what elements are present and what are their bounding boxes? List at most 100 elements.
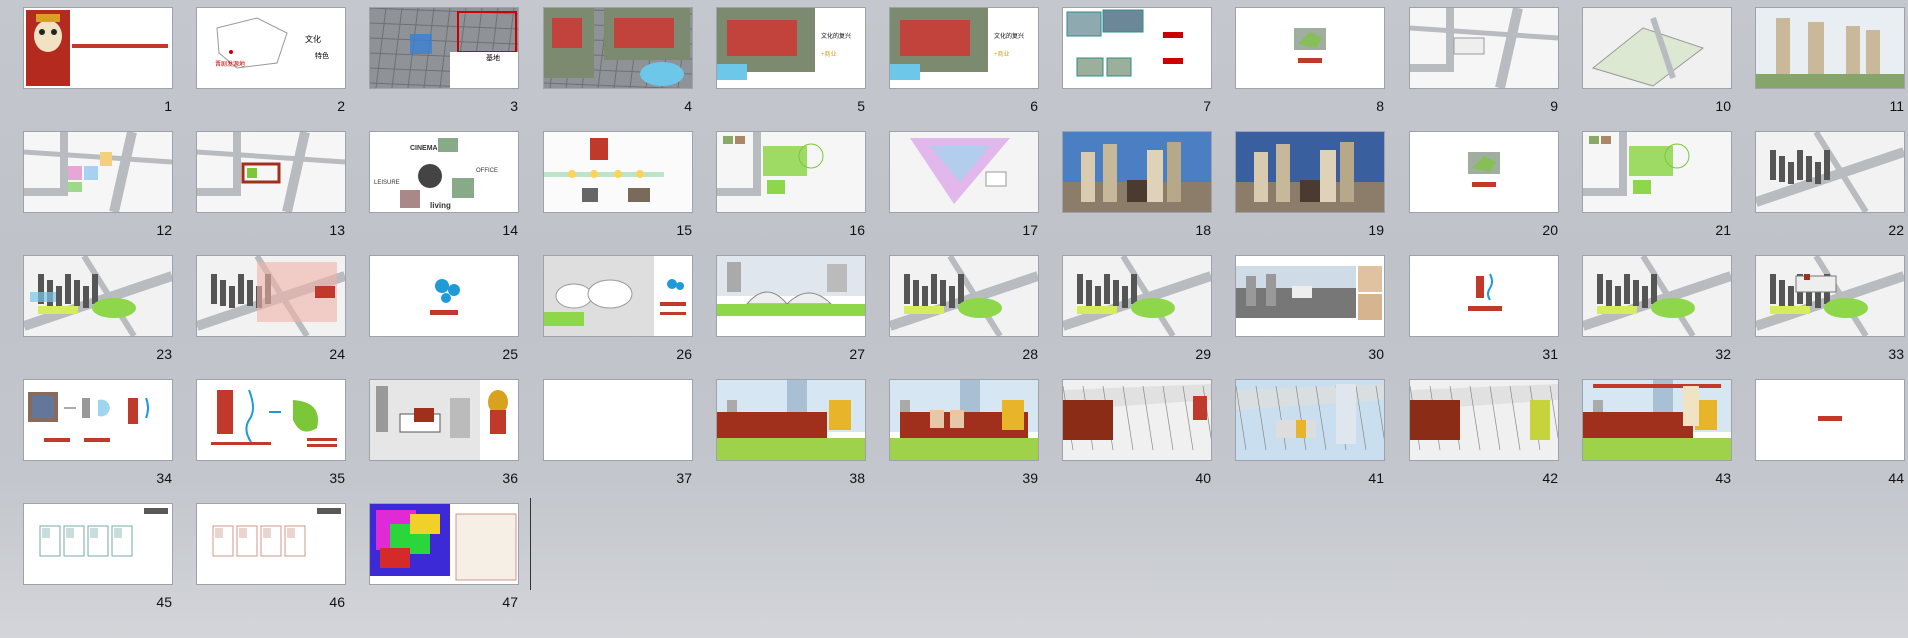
slide-number: 36 — [502, 470, 518, 486]
slide-thumbnail-image — [24, 132, 172, 212]
slide-number: 39 — [1022, 470, 1038, 486]
slide-thumbnail[interactable] — [1410, 380, 1558, 460]
svg-text:LEISURE: LEISURE — [374, 180, 400, 186]
slide-thumbnail[interactable] — [1063, 256, 1211, 336]
slide-thumbnail[interactable] — [197, 380, 345, 460]
slide-thumbnail-image — [717, 132, 865, 212]
slide-thumbnail-image — [197, 504, 345, 584]
slide-thumbnail[interactable] — [717, 380, 865, 460]
slide-thumbnail[interactable]: 基地 — [370, 8, 518, 88]
slide-thumbnail[interactable] — [370, 380, 518, 460]
svg-text:文化: 文化 — [305, 34, 321, 44]
slide-number: 3 — [510, 98, 518, 114]
slide-thumbnail-image — [890, 132, 1038, 212]
svg-text:文化的复兴: 文化的复兴 — [994, 32, 1024, 40]
slide-thumbnail-image — [717, 380, 865, 460]
slide-number: 46 — [329, 594, 345, 610]
slide-number: 34 — [156, 470, 172, 486]
slide-thumbnail[interactable] — [24, 132, 172, 212]
slide-thumbnail[interactable] — [544, 132, 692, 212]
slide-thumbnail[interactable] — [1583, 8, 1731, 88]
slide-thumbnail[interactable] — [197, 132, 345, 212]
slide-number: 8 — [1376, 98, 1384, 114]
slide-thumbnail[interactable] — [197, 504, 345, 584]
slide-thumbnail[interactable] — [1756, 132, 1904, 212]
slide-thumbnail[interactable] — [717, 132, 865, 212]
slide-thumbnail[interactable] — [1063, 8, 1211, 88]
slide-thumbnail-image — [1583, 256, 1731, 336]
slide-thumbnail[interactable] — [370, 504, 518, 584]
slide-thumbnail-image — [1063, 256, 1211, 336]
slide-number: 16 — [849, 222, 865, 238]
slide-number: 11 — [1889, 98, 1904, 114]
slide-thumbnail[interactable] — [1236, 132, 1384, 212]
slide-thumbnail[interactable]: 晋剧发源地 文化 特色 — [197, 8, 345, 88]
slide-number: 13 — [329, 222, 345, 238]
slide-thumbnail[interactable] — [1756, 256, 1904, 336]
slide-thumbnail[interactable] — [1236, 8, 1384, 88]
slide-number: 28 — [1022, 346, 1038, 362]
slide-thumbnail[interactable] — [24, 256, 172, 336]
slide-thumbnail[interactable] — [370, 256, 518, 336]
slide-thumbnail-image — [24, 256, 172, 336]
slide-thumbnail-image — [1236, 266, 1382, 320]
slide-thumbnail-image — [1756, 256, 1904, 336]
slide-thumbnail[interactable] — [890, 132, 1038, 212]
slide-thumbnail[interactable]: CINEMA LEISURE OFFICE living — [370, 132, 518, 212]
slide-thumbnail[interactable] — [544, 8, 692, 88]
slide-thumbnail[interactable] — [1410, 8, 1558, 88]
slide-thumbnail[interactable] — [197, 256, 345, 336]
slide-thumbnail-image — [1063, 380, 1211, 460]
slide-thumbnail-image — [890, 256, 1038, 336]
slide-thumbnail[interactable] — [24, 380, 172, 460]
slide-thumbnail-image — [1066, 9, 1183, 77]
slide-thumbnail[interactable] — [1583, 132, 1731, 212]
slide-number: 10 — [1715, 98, 1731, 114]
slide-number: 9 — [1550, 98, 1558, 114]
slide-thumbnail[interactable] — [1756, 8, 1904, 88]
slide-number: 15 — [676, 222, 692, 238]
slide-thumbnail[interactable] — [1063, 380, 1211, 460]
slide-thumbnail[interactable] — [890, 256, 1038, 336]
slide-thumbnail[interactable] — [1410, 132, 1558, 212]
slide-thumbnail[interactable] — [1236, 380, 1384, 460]
slide-thumbnail[interactable] — [544, 380, 692, 460]
slide-number: 45 — [156, 594, 172, 610]
slide-thumbnail-image — [197, 256, 345, 336]
slide-thumbnail[interactable] — [1756, 380, 1904, 460]
slide-thumbnail-image — [1468, 273, 1502, 311]
slide-number: 27 — [849, 346, 865, 362]
slide-number: 38 — [849, 470, 865, 486]
slide-number: 20 — [1542, 222, 1558, 238]
slide-thumbnail[interactable] — [717, 256, 865, 336]
slide-thumbnail[interactable] — [24, 8, 172, 88]
slide-thumbnail-image: 基地 — [370, 8, 518, 88]
slide-thumbnail-image — [1756, 8, 1904, 88]
slide-number: 40 — [1195, 470, 1211, 486]
slide-number: 44 — [1888, 470, 1904, 486]
slide-thumbnail[interactable] — [1583, 256, 1731, 336]
slide-number: 23 — [156, 346, 172, 362]
slide-thumbnail[interactable]: 文化的复兴 +商业 — [717, 8, 865, 88]
slide-number: 42 — [1542, 470, 1558, 486]
slide-number: 26 — [676, 346, 692, 362]
slide-thumbnail[interactable]: 文化的复兴 +商业 — [890, 8, 1038, 88]
svg-text:+商业: +商业 — [821, 50, 837, 58]
slide-thumbnail[interactable] — [24, 504, 172, 584]
slide-number: 6 — [1030, 98, 1038, 114]
slide-thumbnail-image — [370, 380, 514, 460]
slide-number: 41 — [1368, 470, 1384, 486]
slide-number: 4 — [684, 98, 692, 114]
slide-thumbnail[interactable] — [890, 380, 1038, 460]
slide-thumbnail[interactable] — [1236, 256, 1384, 336]
slide-thumbnail-image — [544, 132, 692, 212]
svg-text:文化的复兴: 文化的复兴 — [821, 32, 851, 40]
slide-thumbnail[interactable] — [1583, 380, 1731, 460]
slide-thumbnail[interactable] — [1410, 256, 1558, 336]
slide-number: 32 — [1715, 346, 1731, 362]
slide-thumbnail[interactable] — [544, 256, 692, 336]
slide-thumbnail[interactable] — [1063, 132, 1211, 212]
slide-number: 35 — [329, 470, 345, 486]
slide-number: 17 — [1022, 222, 1038, 238]
slide-number: 5 — [857, 98, 865, 114]
